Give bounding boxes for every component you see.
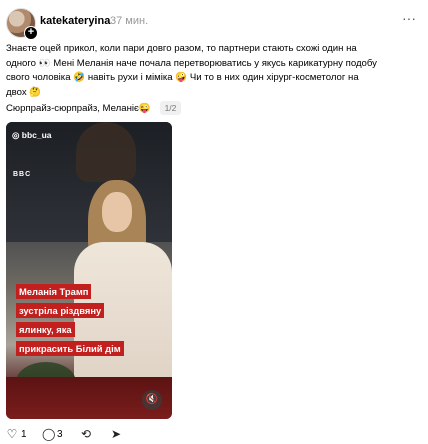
media-overlay-text: Меланія Трамп зустріла різдвяну ялинку, … (16, 282, 124, 358)
repost-icon: ⟲ (80, 427, 92, 441)
overlay-line: зустріла різдвяну (16, 303, 105, 318)
post-media[interactable]: ◎ bbc_ua BBC Меланія Трамп зустріла різд… (6, 122, 172, 419)
comment-icon: ◯ (42, 427, 56, 441)
post-caption: Сюрпрайз-сюрпрайз, Меланіє😜 1/2 (6, 101, 182, 116)
comment-button[interactable]: ◯ 3 (42, 428, 63, 440)
overlay-line: прикрасить Білий дім (16, 341, 124, 356)
post-text-line: одного 👀 Мені Меланія наче почала перетв… (6, 57, 377, 69)
post-text-line: двох 🤔 (6, 86, 42, 98)
mute-icon[interactable]: 🔇 (142, 390, 162, 410)
instagram-tag: ◎ bbc_ua (12, 130, 52, 141)
username[interactable]: katekateryina (40, 15, 110, 27)
more-options-icon[interactable]: ··· (402, 10, 416, 26)
overlay-line: ялинку, яка (16, 322, 75, 337)
share-icon: ➤ (110, 427, 122, 441)
heart-icon: ♡ (6, 427, 18, 441)
like-button[interactable]: ♡ 1 (6, 428, 27, 440)
post-text: Знаєте оцей прикол, коли пари довго разо… (6, 42, 416, 100)
like-count: 1 (21, 428, 27, 440)
overlay-line: Меланія Трамп (16, 284, 92, 299)
page-count-badge: 1/2 (159, 101, 182, 115)
share-button[interactable]: ➤ (110, 428, 122, 440)
post-header: + katekateryina 37 мин. ··· (6, 8, 422, 40)
comment-count: 3 (57, 428, 63, 440)
caption-text: Сюрпрайз-сюрпрайз, Меланіє😜 (6, 103, 151, 114)
media-person-face (102, 192, 132, 232)
follow-plus-icon[interactable]: + (24, 26, 38, 40)
bbc-logo: BBC (13, 171, 32, 178)
post-text-line: свого чоловіка 🤣 навіть рухи і міміка 🤪 … (6, 72, 359, 84)
post-time: 37 мин. (110, 15, 149, 27)
post-text-line: Знаєте оцей прикол, коли пари довго разо… (6, 43, 357, 54)
repost-button[interactable]: ⟲ (80, 428, 92, 440)
instagram-handle: bbc_ua (21, 130, 52, 140)
instagram-icon: ◎ (12, 130, 22, 140)
media-figure (76, 122, 136, 182)
